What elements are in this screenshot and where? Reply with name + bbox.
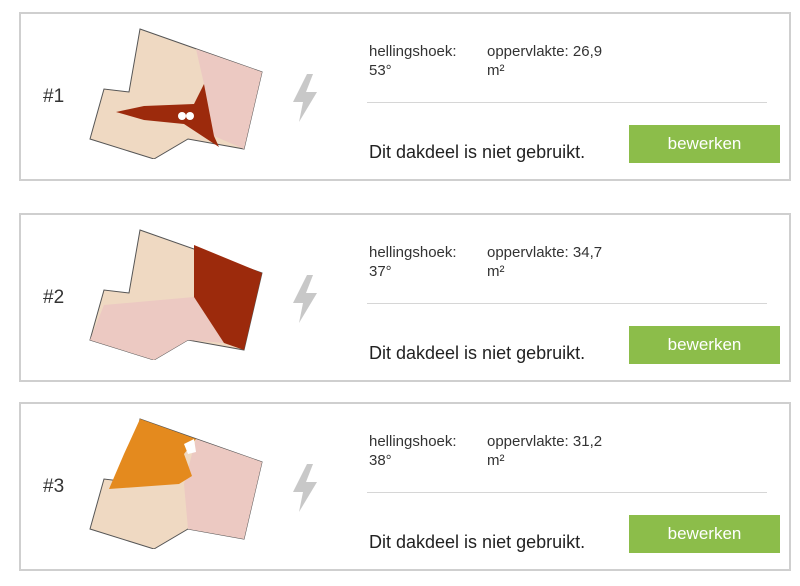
slope-label: hellingshoek: — [369, 433, 457, 450]
roof-thumbnail-3 — [89, 418, 263, 549]
slope-label: hellingshoek: — [369, 43, 457, 60]
area-label: oppervlakte: 26,9 — [487, 43, 603, 60]
roof-thumbnail-1 — [89, 28, 263, 159]
divider — [367, 102, 767, 103]
roof-part-number: #3 — [43, 476, 65, 497]
slope-value: 37° — [369, 263, 392, 280]
area-unit: m² — [487, 263, 505, 280]
area-unit: m² — [487, 62, 505, 79]
lightning-icon — [293, 464, 317, 512]
area-label: oppervlakte: 34,7 — [487, 244, 603, 261]
slope-label: hellingshoek: — [369, 244, 457, 261]
slope-value: 38° — [369, 452, 392, 469]
status-text: Dit dakdeel is niet gebruikt. — [369, 343, 586, 363]
roof-part-card-2: #2 hellingshoek: 37° oppervlakte: 34,7 m… — [19, 213, 791, 382]
roof-part-card-1: #1 hellingshoek: 53° oppervlakte: 26,9 m… — [19, 12, 791, 181]
edit-button[interactable]: bewerken — [629, 125, 780, 163]
edit-button[interactable]: bewerken — [629, 326, 780, 364]
area-label: oppervlakte: 31,2 — [487, 433, 603, 450]
slope-value: 53° — [369, 62, 392, 79]
area-unit: m² — [487, 452, 505, 469]
divider — [367, 303, 767, 304]
divider — [367, 492, 767, 493]
roof-thumbnail-2 — [89, 229, 263, 360]
status-text: Dit dakdeel is niet gebruikt. — [369, 532, 586, 552]
roof-part-number: #2 — [43, 287, 65, 308]
lightning-icon — [293, 275, 317, 323]
roof-part-number: #1 — [43, 86, 65, 107]
edit-button[interactable]: bewerken — [629, 515, 780, 553]
status-text: Dit dakdeel is niet gebruikt. — [369, 142, 586, 162]
roof-part-card-3: #3 hellingshoek: 38° oppervlakte: 31,2 m… — [19, 402, 791, 571]
lightning-icon — [293, 74, 317, 122]
